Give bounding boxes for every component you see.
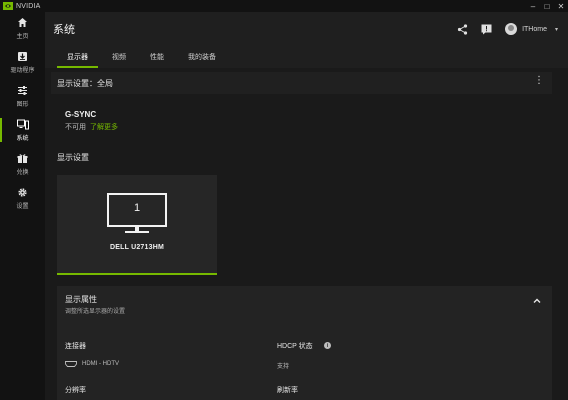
user-name[interactable]: ITHome [522, 26, 547, 33]
chevron-down-icon[interactable]: ▾ [555, 26, 558, 33]
info-icon[interactable]: i [324, 342, 331, 349]
hdcp-label: HDCP 状态 [277, 343, 313, 350]
gear-icon [17, 187, 29, 199]
sidebar-item-label: 主页 [16, 33, 29, 40]
monitor-card[interactable]: 1 DELL U2713HM [57, 175, 217, 275]
system-monitor-icon [16, 119, 29, 131]
tab-video[interactable]: 视频 [102, 46, 136, 68]
more-options-icon[interactable]: ⋮ [534, 76, 544, 86]
monitor-icon [107, 193, 167, 233]
gsync-title: G-SYNC [65, 110, 97, 119]
sidebar-item-graphics[interactable]: 图形 [0, 80, 45, 112]
connector-label: 连接器 [65, 343, 86, 350]
sidebar-item-system[interactable]: 系统 [0, 114, 45, 146]
driver-download-icon [17, 51, 29, 63]
display-settings-section-header: 显示设置：全局 ⋮ [51, 72, 552, 94]
refresh-rate-label: 刷新率 [277, 387, 298, 394]
share-icon[interactable] [455, 22, 469, 36]
display-properties-panel: 显示属性 调整所选显示器的设置 连接器 HDMI - HDTV HDCP 状态 … [57, 286, 552, 400]
display-settings-heading: 显示设置 [57, 153, 89, 162]
sidebar-item-label: 图形 [16, 101, 29, 108]
close-button[interactable]: ✕ [554, 0, 568, 12]
header-actions: ITHome ▾ [445, 12, 558, 46]
tab-my-rig[interactable]: 我的装备 [178, 46, 226, 68]
sidebar-item-label: 兑换 [16, 169, 29, 176]
avatar[interactable] [505, 23, 518, 35]
chevron-up-icon[interactable] [532, 296, 542, 306]
restore-button[interactable]: □ [540, 0, 554, 12]
home-icon [17, 17, 29, 29]
sidebar-item-home[interactable]: 主页 [0, 12, 45, 44]
resolution-label: 分辨率 [65, 387, 86, 394]
app-name: NVIDIA [16, 2, 41, 10]
properties-title: 显示属性 [65, 295, 97, 304]
page-header: 系统 ITHome ▾ [45, 12, 568, 46]
monitor-name: DELL U2713HM [109, 244, 164, 251]
sidebar-item-drivers[interactable]: 驱动程序 [0, 46, 45, 78]
properties-subtitle: 调整所选显示器的设置 [65, 309, 126, 315]
graphics-sliders-icon [17, 85, 29, 97]
hdmi-port-icon [65, 361, 77, 367]
monitor-number: 1 [133, 202, 141, 214]
feedback-icon[interactable] [479, 22, 493, 36]
hdcp-value: 支持 [277, 364, 290, 370]
window-controls: – □ ✕ [526, 0, 568, 12]
tab-performance[interactable]: 性能 [140, 46, 174, 68]
sidebar-item-label: 驱动程序 [10, 67, 35, 74]
tab-display[interactable]: 显示器 [57, 46, 98, 68]
title-bar: NVIDIA – □ ✕ [0, 0, 568, 12]
connector-value: HDMI - HDTV [82, 361, 119, 367]
sidebar-item-settings[interactable]: 设置 [0, 182, 45, 214]
gift-icon [17, 153, 29, 165]
nvidia-logo-icon [3, 2, 13, 10]
sidebar-item-label: 设置 [16, 203, 29, 210]
sidebar-item-redeem[interactable]: 兑换 [0, 148, 45, 180]
page-title: 系统 [53, 24, 75, 36]
minimize-button[interactable]: – [526, 0, 540, 12]
sidebar-item-label: 系统 [16, 135, 29, 142]
gsync-status: 不可用 [65, 124, 86, 131]
main-content: 显示设置：全局 ⋮ G-SYNC 不可用 了解更多 显示设置 1 DELL U2… [45, 68, 568, 400]
tab-bar: 显示器 视频 性能 我的装备 [45, 46, 568, 68]
sidebar: 主页 驱动程序 图形 系统 兑换 设置 [0, 12, 45, 400]
section-title: 显示设置：全局 [57, 78, 113, 88]
learn-more-link[interactable]: 了解更多 [90, 122, 118, 132]
